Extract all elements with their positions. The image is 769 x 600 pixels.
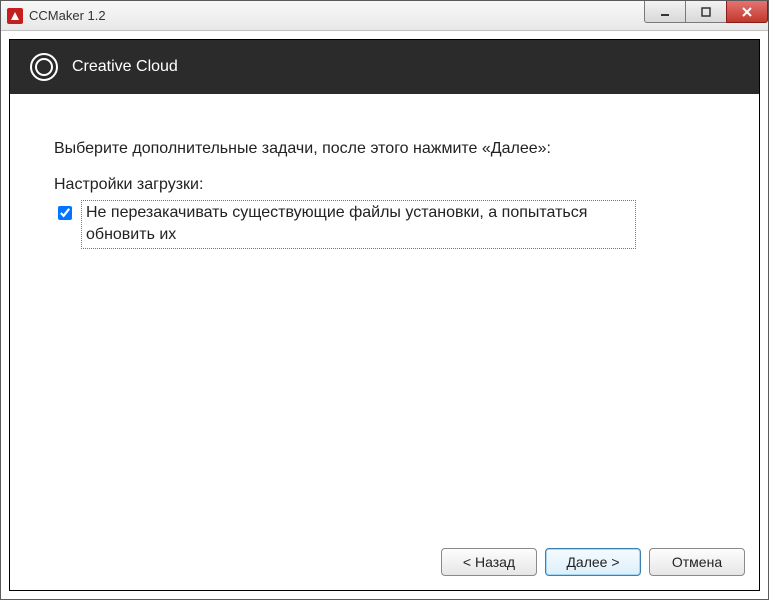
minimize-icon xyxy=(659,6,671,18)
app-icon xyxy=(7,8,23,24)
back-button[interactable]: < Назад xyxy=(441,548,537,576)
content-frame: Creative Cloud Выберите дополнительные з… xyxy=(9,39,760,591)
header-title: Creative Cloud xyxy=(72,58,178,76)
instruction-text: Выберите дополнительные задачи, после эт… xyxy=(54,140,715,158)
window-controls xyxy=(645,1,768,23)
close-icon xyxy=(741,6,753,18)
titlebar: CCMaker 1.2 xyxy=(1,1,768,31)
maximize-button[interactable] xyxy=(685,1,727,23)
header-band: Creative Cloud xyxy=(10,40,759,94)
creative-cloud-icon xyxy=(30,53,58,81)
option1-checkbox[interactable] xyxy=(58,206,72,220)
maximize-icon xyxy=(700,6,712,18)
download-settings-label: Настройки загрузки: xyxy=(54,176,715,194)
next-button[interactable]: Далее > xyxy=(545,548,641,576)
window-title: CCMaker 1.2 xyxy=(29,8,106,23)
cancel-button[interactable]: Отмена xyxy=(649,548,745,576)
minimize-button[interactable] xyxy=(644,1,686,23)
option1-text[interactable]: Не перезакачивать существующие файлы уст… xyxy=(81,200,636,249)
app-window: CCMaker 1.2 Creative Cloud Выберите допо… xyxy=(0,0,769,600)
body-area: Выберите дополнительные задачи, после эт… xyxy=(10,94,759,534)
close-button[interactable] xyxy=(726,1,768,23)
footer: < Назад Далее > Отмена xyxy=(10,534,759,590)
option-row: Не перезакачивать существующие файлы уст… xyxy=(54,200,715,249)
